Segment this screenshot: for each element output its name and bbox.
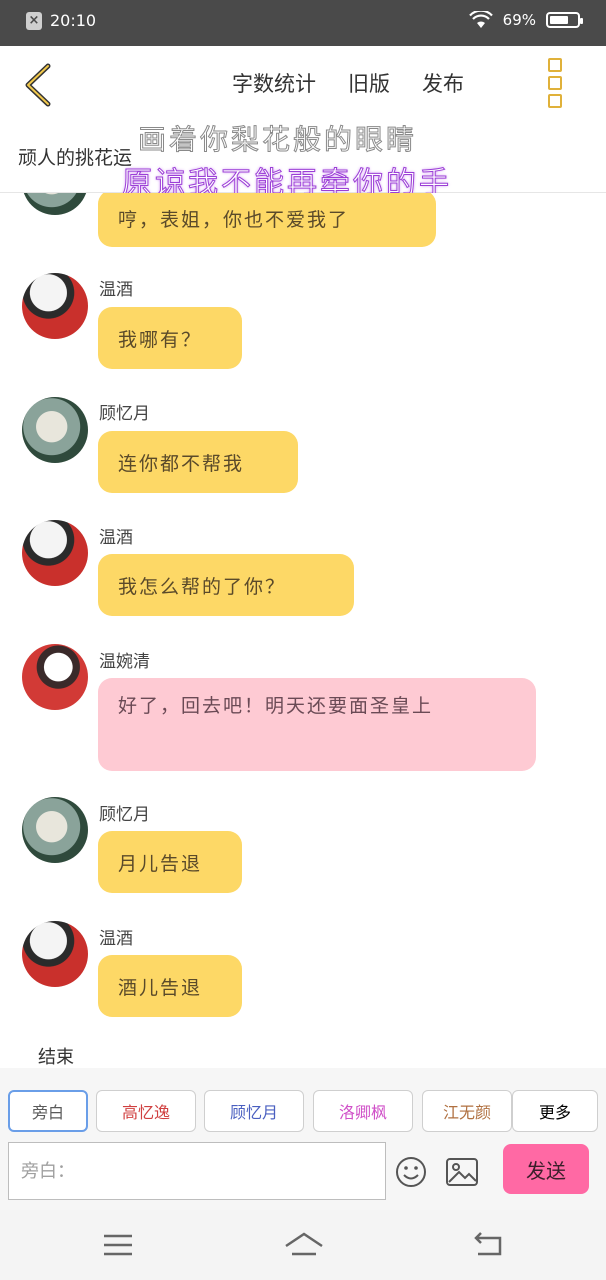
end-marker: 结束	[38, 1047, 74, 1068]
role-chip-narrator[interactable]: 旁白	[8, 1090, 88, 1132]
header-nav: 字数统计 旧版 发布	[232, 68, 464, 98]
message-bubble[interactable]: 我哪有？	[98, 307, 242, 369]
role-chip[interactable]: 江无颜	[422, 1090, 512, 1132]
role-selector: 旁白 高忆逸 顾忆月 洛卿枫 江无颜 更多	[8, 1090, 598, 1136]
wifi-icon	[468, 11, 493, 28]
sender-name: 顾忆月	[99, 404, 150, 424]
message-bubble[interactable]: 酒儿告退	[98, 955, 242, 1017]
system-nav-bar	[0, 1210, 606, 1280]
message-bubble[interactable]: 连你都不帮我	[98, 431, 298, 493]
compose-toolbar: 旁白 高忆逸 顾忆月 洛卿枫 江无颜 更多 发送	[0, 1068, 606, 1210]
sender-name: 顾忆月	[99, 805, 150, 825]
status-bar: × 20:10 69%	[0, 0, 606, 46]
emoji-icon[interactable]	[395, 1156, 427, 1188]
message-bubble[interactable]: 哼，表姐，你也不爱我了	[98, 193, 436, 247]
image-icon[interactable]	[446, 1158, 478, 1186]
back-chevron-icon[interactable]	[18, 62, 58, 108]
message-bubble[interactable]: 月儿告退	[98, 831, 242, 893]
word-count-link[interactable]: 字数统计	[232, 68, 316, 98]
role-chip[interactable]: 洛卿枫	[313, 1090, 413, 1132]
sender-name: 温酒	[99, 929, 133, 949]
battery-icon	[546, 12, 583, 28]
sender-name: 温酒	[99, 528, 133, 548]
avatar[interactable]	[22, 520, 88, 586]
chat-list[interactable]: 哼，表姐，你也不爱我了 温酒 我哪有？ 顾忆月 连你都不帮我 温酒 我怎么帮的了…	[0, 193, 606, 1068]
message-bubble[interactable]: 好了，回去吧！明天还要面圣皇上	[98, 678, 536, 771]
role-chip[interactable]: 顾忆月	[204, 1090, 304, 1132]
home-icon[interactable]	[283, 1228, 325, 1262]
page-title: 顽人的挑花运	[18, 147, 133, 169]
avatar[interactable]	[22, 921, 88, 987]
avatar[interactable]	[22, 397, 88, 463]
role-chip[interactable]: 高忆逸	[96, 1090, 196, 1132]
back-icon[interactable]	[468, 1228, 508, 1262]
lyric-line-1: 画着你梨花般的眼睛	[137, 123, 418, 157]
publish-link[interactable]: 发布	[422, 68, 464, 98]
avatar[interactable]	[22, 797, 88, 863]
avatar[interactable]	[22, 644, 88, 710]
message-bubble[interactable]: 我怎么帮的了你？	[98, 554, 354, 616]
send-button[interactable]: 发送	[503, 1144, 589, 1194]
avatar[interactable]	[22, 193, 88, 215]
menu-icon[interactable]	[98, 1228, 138, 1262]
clock: 20:10	[50, 11, 97, 30]
old-version-link[interactable]: 旧版	[348, 68, 390, 98]
battery-percent: 69%	[502, 11, 536, 29]
avatar[interactable]	[22, 273, 88, 339]
message-input[interactable]	[8, 1142, 386, 1200]
sender-name: 温婉清	[99, 652, 150, 672]
notification-icon: ×	[26, 11, 42, 30]
app-header: 字数统计 旧版 发布 顽人的挑花运 画着你梨花般的眼睛 原谅我不能再牵你的手	[0, 46, 606, 202]
more-roles-button[interactable]: 更多	[512, 1090, 598, 1132]
sender-name: 温酒	[99, 280, 133, 300]
more-menu-icon[interactable]	[548, 58, 566, 108]
